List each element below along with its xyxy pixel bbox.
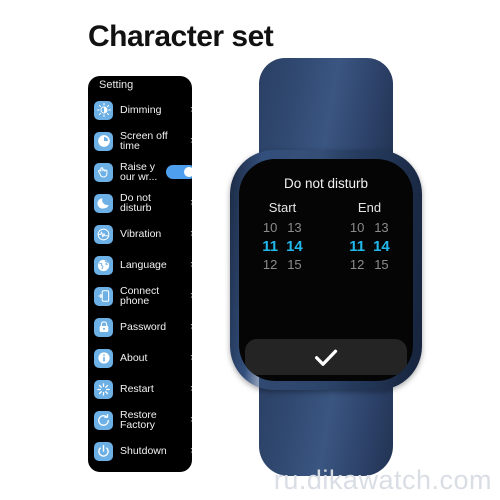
end-hour-above[interactable]: 10 (349, 220, 365, 236)
settings-list: Dimming › Screen off time › Raise y our … (88, 95, 192, 467)
chevron-right-icon: › (190, 445, 192, 457)
restore-factory-icon (94, 410, 113, 430)
end-hour-wheel[interactable]: 10 11 12 (349, 220, 365, 273)
restart-icon (94, 379, 113, 399)
site-watermark: ru.dikawatch.com (273, 465, 492, 495)
time-picker-start-column: Start 10 11 12 13 14 15 (239, 200, 326, 273)
start-minute-selected[interactable]: 14 (286, 238, 303, 255)
start-hour-below[interactable]: 12 (262, 257, 278, 273)
time-picker-end-column: End 10 11 12 13 14 15 (326, 200, 413, 273)
chevron-right-icon: › (190, 414, 192, 426)
start-heading: Start (268, 200, 297, 215)
check-icon (315, 349, 338, 366)
end-heading: End (357, 200, 382, 215)
start-minute-wheel[interactable]: 13 14 15 (286, 220, 303, 273)
page-title: Character set (88, 20, 274, 53)
sidebar-item-label: Dimming (120, 104, 162, 116)
clock-icon (94, 131, 113, 151)
start-hour-wheel[interactable]: 10 11 12 (262, 220, 278, 273)
smartwatch-product-image: Do not disturb Start 10 11 12 13 14 15 E… (228, 58, 424, 476)
chevron-right-icon: › (190, 104, 192, 116)
sidebar-item-label: About (120, 352, 148, 364)
sidebar-item-password[interactable]: Password › (88, 312, 192, 343)
start-hour-selected[interactable]: 11 (262, 238, 278, 255)
sidebar-item-connect-phone[interactable]: Connect phone › (88, 281, 192, 312)
end-minute-below[interactable]: 15 (373, 257, 390, 273)
sidebar-item-label: Connect phone (120, 284, 160, 308)
sidebar-item-label: Vibration (120, 228, 162, 240)
sidebar-item-language[interactable]: Language › (88, 250, 192, 281)
sidebar-item-label: Restart (120, 383, 154, 395)
info-icon (94, 348, 113, 368)
chevron-right-icon: › (190, 352, 192, 364)
sidebar-item-restart[interactable]: Restart › (88, 374, 192, 405)
start-wheels: 10 11 12 13 14 15 (239, 220, 326, 273)
vibration-icon (94, 224, 113, 244)
sidebar-item-screen-off-time[interactable]: Screen off time › (88, 126, 192, 157)
time-picker: Start 10 11 12 13 14 15 End 10 11 12 13 … (239, 200, 413, 273)
chevron-right-icon: › (190, 383, 192, 395)
moon-icon (94, 193, 113, 213)
confirm-button[interactable] (245, 339, 407, 375)
start-hour-above[interactable]: 10 (262, 220, 278, 236)
chevron-right-icon: › (190, 259, 192, 271)
chevron-right-icon: › (190, 321, 192, 333)
sidebar-item-label: Do not disturb (120, 191, 152, 215)
start-minute-below[interactable]: 15 (286, 257, 303, 273)
chevron-right-icon: › (190, 228, 192, 240)
chevron-right-icon: › (190, 197, 192, 209)
sidebar-item-label: Screen off time (120, 129, 168, 153)
sidebar-item-label: Password (120, 321, 167, 333)
end-minute-above[interactable]: 13 (373, 220, 390, 236)
connect-phone-icon (94, 286, 113, 306)
sidebar-item-vibration[interactable]: Vibration › (88, 219, 192, 250)
end-hour-below[interactable]: 12 (349, 257, 365, 273)
sidebar-item-do-not-disturb[interactable]: Do not disturb › (88, 188, 192, 219)
brightness-icon (94, 100, 113, 120)
end-minute-wheel[interactable]: 13 14 15 (373, 220, 390, 273)
sidebar-item-about[interactable]: About › (88, 343, 192, 374)
power-icon (94, 441, 113, 461)
sidebar-item-restore-factory[interactable]: Restore Factory › (88, 405, 192, 436)
start-minute-above[interactable]: 13 (286, 220, 303, 236)
sidebar-item-label: Shutdown (120, 445, 167, 457)
watch-screen: Do not disturb Start 10 11 12 13 14 15 E… (239, 159, 413, 381)
settings-header-label: Setting (99, 79, 134, 91)
watch-case: Do not disturb Start 10 11 12 13 14 15 E… (230, 150, 422, 390)
sidebar-item-shutdown[interactable]: Shutdown › (88, 436, 192, 467)
raise-wrist-icon (94, 162, 113, 182)
end-minute-selected[interactable]: 14 (373, 238, 390, 255)
end-wheels: 10 11 12 13 14 15 (326, 220, 413, 273)
sidebar-item-dimming[interactable]: Dimming › (88, 95, 192, 126)
sidebar-item-label: Language (120, 259, 167, 271)
settings-panel: Setting Dimming › (88, 76, 192, 472)
toggle-knob (184, 167, 192, 178)
chevron-right-icon: › (190, 290, 192, 302)
chevron-right-icon: › (190, 135, 192, 147)
globe-icon (94, 255, 113, 275)
sidebar-item-raise-wrist[interactable]: Raise y our wr... (88, 157, 192, 188)
raise-wrist-toggle[interactable] (166, 165, 192, 180)
lock-icon (94, 317, 113, 337)
end-hour-selected[interactable]: 11 (349, 238, 365, 255)
dnd-screen-title: Do not disturb (283, 176, 369, 191)
sidebar-item-label: Restore Factory (120, 408, 157, 432)
